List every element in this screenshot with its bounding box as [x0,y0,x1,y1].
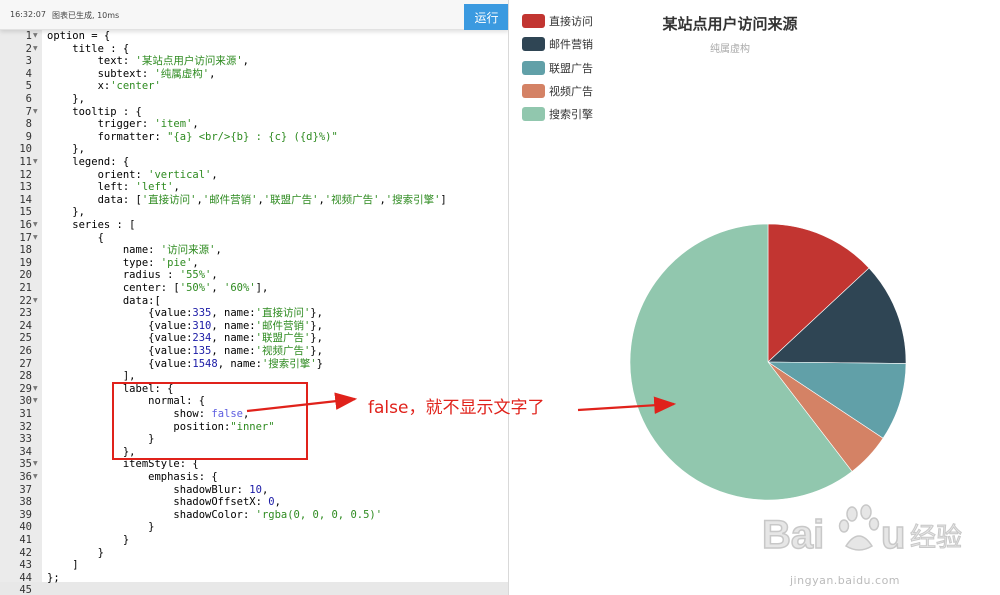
legend-item[interactable]: 邮件营销 [522,37,593,52]
legend-label: 搜索引擎 [549,108,593,122]
legend-item[interactable]: 直接访问 [522,14,593,28]
chart-title: 某站点用户访问来源 [662,15,798,33]
svg-text:Bai: Bai [762,513,824,557]
legend-swatch [522,60,545,75]
legend-label: 视频广告 [549,84,593,98]
legend-label: 邮件营销 [549,38,593,52]
legend-item[interactable]: 联盟广告 [522,60,593,75]
legend-swatch [522,37,545,52]
svg-text:经验: 经验 [910,523,962,553]
annotation-text: false，就不显示文字了 [368,398,545,418]
legend-item[interactable]: 视频广告 [522,83,593,98]
legend-swatch [522,83,545,98]
legend-swatch [522,107,545,122]
legend-label: 联盟广告 [549,61,593,75]
legend-item[interactable]: 搜索引擎 [522,107,593,122]
legend-swatch [522,14,545,28]
chart-subtitle: 纯属虚构 [710,44,750,55]
svg-text:u: u [881,513,905,557]
legend-label: 直接访问 [549,15,593,28]
watermark-url: jingyan.baidu.com [790,574,901,587]
